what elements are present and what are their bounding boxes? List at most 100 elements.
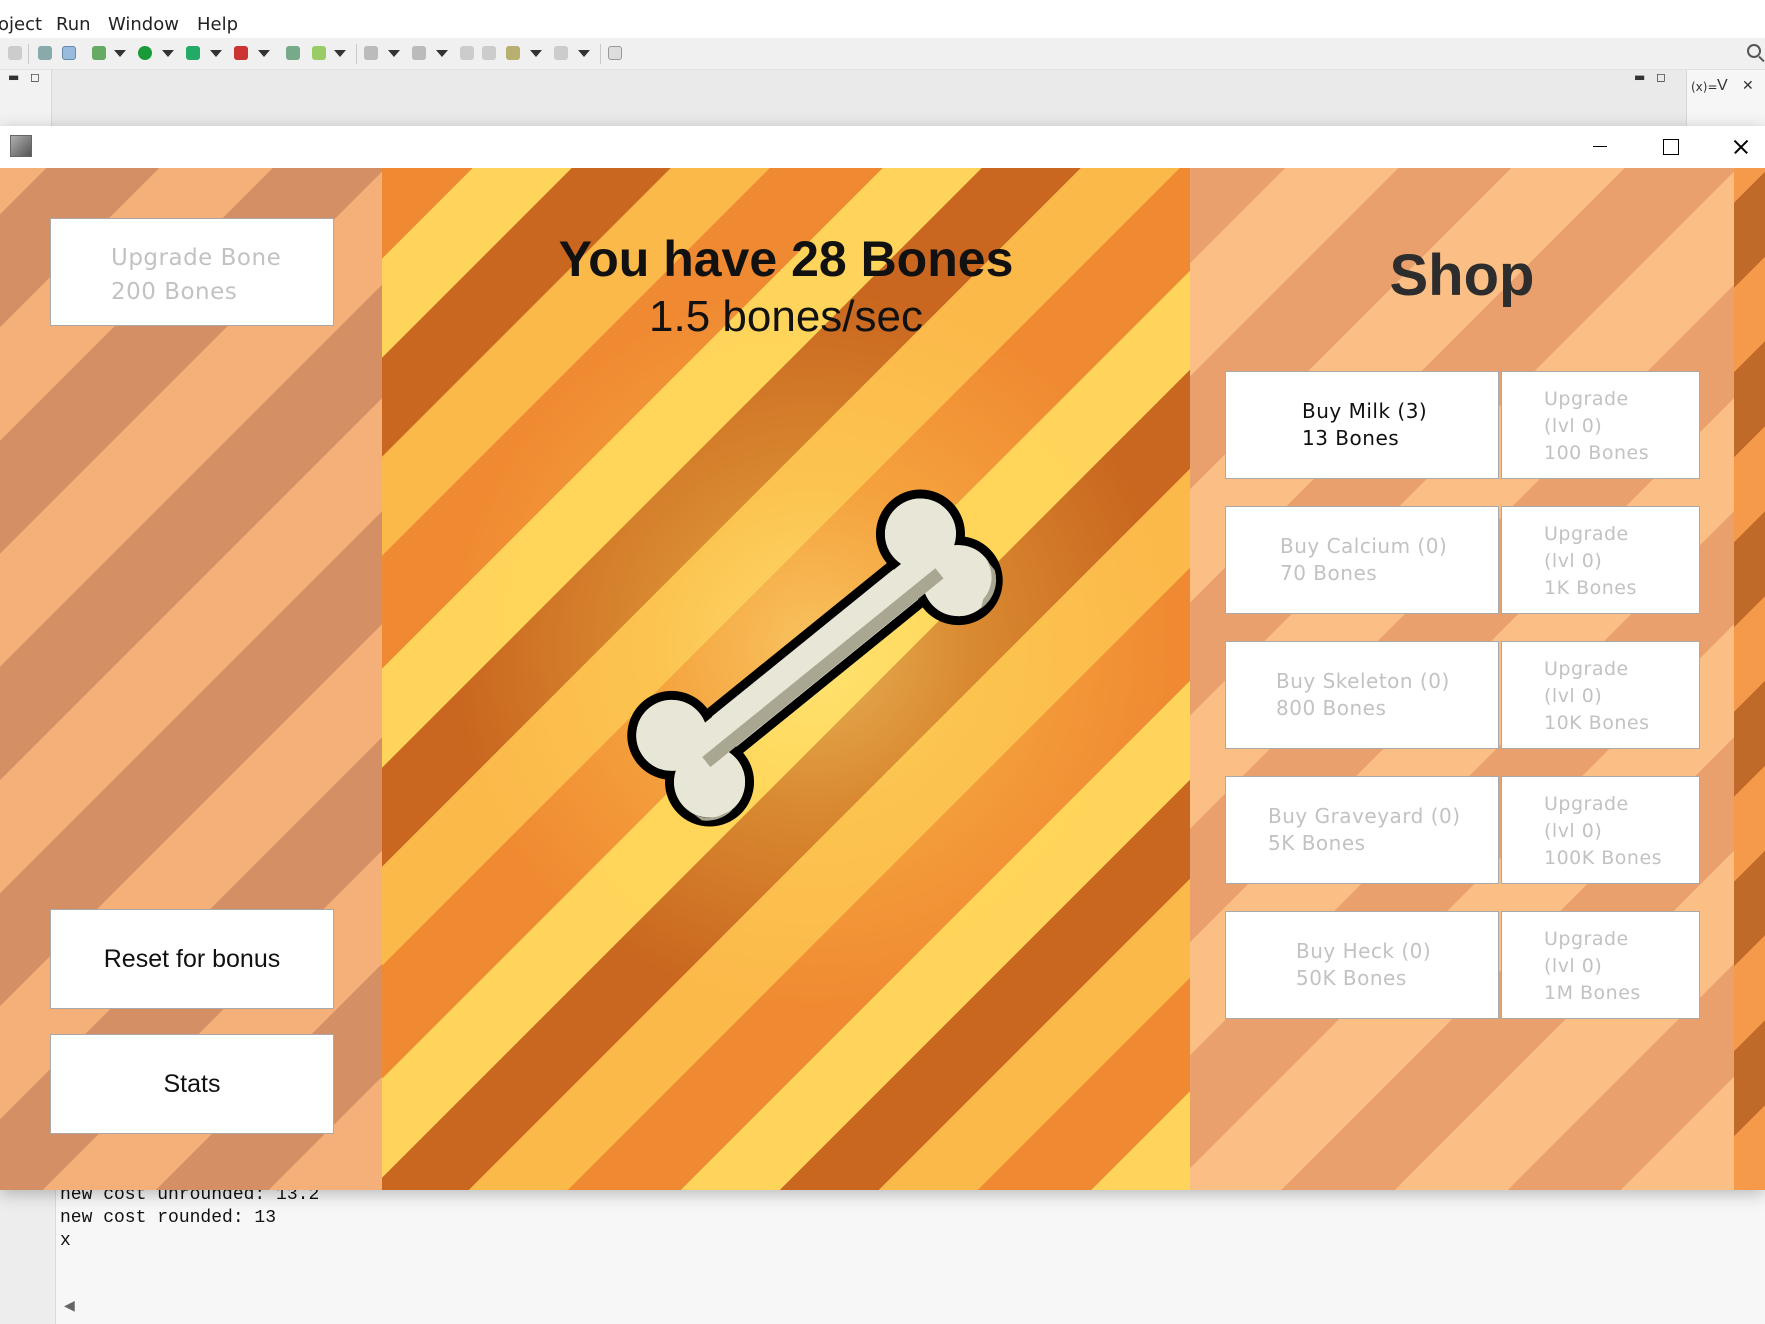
right-view-pane: (x)= V ✕ <box>1686 70 1765 126</box>
window-titlebar[interactable] <box>0 126 1765 168</box>
forward-icon[interactable] <box>554 46 568 60</box>
upgrade-cost: 100K Bones <box>1544 847 1663 869</box>
maximize-editor-icon[interactable]: ◻ <box>1656 70 1666 84</box>
toolbar-separator <box>600 44 601 64</box>
buy-button[interactable]: Buy Calcium (0) 70 Bones <box>1225 506 1499 614</box>
menu-project[interactable]: oject <box>0 14 42 35</box>
back-icon[interactable] <box>506 46 520 60</box>
buy-cost: 5K Bones <box>1268 831 1366 855</box>
reset-for-bonus-button[interactable]: Reset for bonus <box>50 909 334 1009</box>
toolbar-separator <box>356 44 357 64</box>
pin-dropdown-icon[interactable] <box>436 50 448 57</box>
upgrade-item-button[interactable]: Upgrade (lvl 0) 1K Bones <box>1501 506 1700 614</box>
buy-label: Buy Skeleton (0) <box>1276 669 1450 693</box>
buy-cost: 50K Bones <box>1296 966 1407 990</box>
stats-button[interactable]: Stats <box>50 1034 334 1134</box>
scroll-left-icon[interactable]: ◀ <box>64 1298 75 1314</box>
debug-icon[interactable] <box>92 46 106 60</box>
console-output: new cost unrounded: 13.2 new cost rounded… <box>60 1184 319 1253</box>
upgrade-level: (lvl 0) <box>1544 550 1603 572</box>
coverage-icon[interactable] <box>186 46 200 60</box>
pin-icon[interactable] <box>412 46 426 60</box>
ide-toolbar <box>0 38 1765 70</box>
buy-button[interactable]: Buy Graveyard (0) 5K Bones <box>1225 776 1499 884</box>
menu-run[interactable]: Run <box>56 14 91 35</box>
buy-label: Buy Calcium (0) <box>1280 534 1448 558</box>
shop-title: Shop <box>1389 243 1535 308</box>
console-line: new cost rounded: 13 <box>60 1208 277 1228</box>
debug-dropdown-icon[interactable] <box>114 50 126 57</box>
upgrade-cost: 10K Bones <box>1544 712 1650 734</box>
back-dropdown-icon[interactable] <box>530 50 542 57</box>
console-view: new cost unrounded: 13.2 new cost rounded… <box>0 1180 1765 1324</box>
maximize-view-icon[interactable]: ◻ <box>30 70 40 84</box>
upgrade-level: (lvl 0) <box>1544 820 1603 842</box>
view-tab-label[interactable]: V <box>1717 77 1728 95</box>
search-tool-dropdown-icon[interactable] <box>334 50 346 57</box>
upgrade-label: Upgrade <box>1544 388 1629 410</box>
upgrade-item-button[interactable]: Upgrade (lvl 0) 100K Bones <box>1501 776 1700 884</box>
forward-dropdown-icon[interactable] <box>578 50 590 57</box>
minimize-editor-icon[interactable]: ▬ <box>1634 70 1645 84</box>
upgrade-level: (lvl 0) <box>1544 955 1603 977</box>
coverage-dropdown-icon[interactable] <box>210 50 222 57</box>
annotation-dropdown-icon[interactable] <box>388 50 400 57</box>
upgrade-bone-label: Upgrade Bone <box>111 245 282 271</box>
run-dropdown-icon[interactable] <box>162 50 174 57</box>
toolbar-layout-icon[interactable] <box>38 46 52 60</box>
menu-window[interactable]: Window <box>108 14 179 35</box>
upgrade-item-button[interactable]: Upgrade (lvl 0) 10K Bones <box>1501 641 1700 749</box>
upgrade-label: Upgrade <box>1544 658 1629 680</box>
game-window: Upgrade Bone 200 Bones Reset for bonus S… <box>0 126 1765 1190</box>
search-icon[interactable] <box>1747 44 1761 58</box>
left-view-pane: ▬ ◻ <box>0 70 52 126</box>
buy-button[interactable]: Buy Milk (3) 13 Bones <box>1225 371 1499 479</box>
maximize-button[interactable] <box>1635 126 1705 168</box>
close-view-icon[interactable]: ✕ <box>1742 78 1754 94</box>
buy-cost: 13 Bones <box>1302 426 1400 450</box>
upgrade-label: Upgrade <box>1544 793 1629 815</box>
game-area: Upgrade Bone 200 Bones Reset for bonus S… <box>0 168 1765 1190</box>
buy-cost: 70 Bones <box>1280 561 1378 585</box>
upgrade-cost: 100 Bones <box>1544 442 1650 464</box>
external-tools-icon[interactable] <box>234 46 248 60</box>
minimize-view-icon[interactable]: ▬ <box>8 70 19 84</box>
bones-rate: 1.5 bones/sec <box>649 292 923 341</box>
buy-button[interactable]: Buy Heck (0) 50K Bones <box>1225 911 1499 1019</box>
buy-label: Buy Graveyard (0) <box>1268 804 1461 828</box>
bones-count: You have 28 Bones <box>558 231 1014 287</box>
right-edge-strip <box>1734 168 1765 1190</box>
next-edit-icon[interactable] <box>482 46 496 60</box>
toolbar-separator <box>28 44 29 64</box>
toolbar-new-icon[interactable] <box>8 46 22 60</box>
upgrade-label: Upgrade <box>1544 523 1629 545</box>
buy-button[interactable]: Buy Skeleton (0) 800 Bones <box>1225 641 1499 749</box>
close-button[interactable] <box>1705 126 1765 168</box>
bone-icon[interactable] <box>600 468 1030 848</box>
upgrade-level: (lvl 0) <box>1544 415 1603 437</box>
minimize-button[interactable] <box>1565 126 1635 168</box>
run-icon[interactable] <box>138 46 152 60</box>
upgrade-item-button[interactable]: Upgrade (lvl 0) 1M Bones <box>1501 911 1700 1019</box>
console-line: x <box>60 1231 71 1251</box>
search-tool-icon[interactable] <box>312 46 326 60</box>
menu-help[interactable]: Help <box>197 14 238 35</box>
buy-label: Buy Milk (3) <box>1302 399 1428 423</box>
upgrade-cost: 1M Bones <box>1544 982 1641 1004</box>
java-app-icon <box>10 135 32 157</box>
toolbar-target-icon[interactable] <box>62 46 76 60</box>
open-type-icon[interactable] <box>286 46 300 60</box>
buy-label: Buy Heck (0) <box>1296 939 1432 963</box>
upgrade-item-button[interactable]: Upgrade (lvl 0) 100 Bones <box>1501 371 1700 479</box>
prev-edit-icon[interactable] <box>460 46 474 60</box>
upgrade-bone-button[interactable]: Upgrade Bone 200 Bones <box>50 218 334 326</box>
perspective-icon[interactable] <box>608 46 622 60</box>
ide-view-strip: ▬ ◻ ▬ ◻ (x)= V ✕ <box>0 70 1765 126</box>
upgrade-bone-cost: 200 Bones <box>111 279 238 305</box>
variables-icon: (x)= <box>1691 80 1718 94</box>
annotation-icon[interactable] <box>364 46 378 60</box>
console-gutter <box>0 1180 56 1324</box>
external-tools-dropdown-icon[interactable] <box>258 50 270 57</box>
upgrade-label: Upgrade <box>1544 928 1629 950</box>
upgrade-cost: 1K Bones <box>1544 577 1637 599</box>
